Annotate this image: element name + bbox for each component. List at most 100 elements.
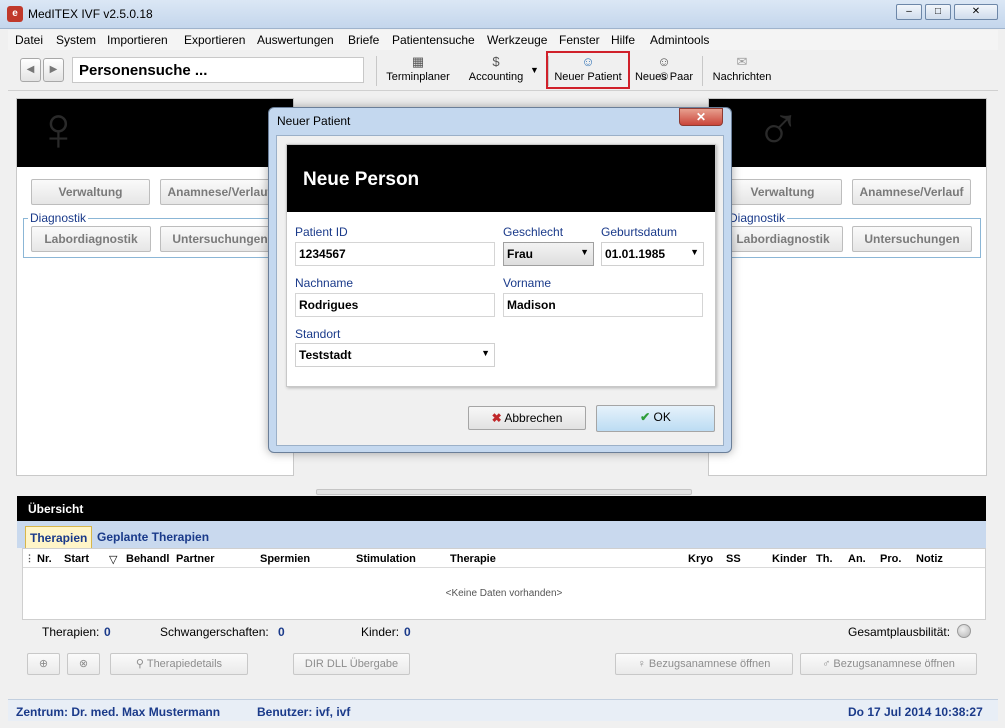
- tab-geplante-therapien[interactable]: Geplante Therapien: [93, 526, 213, 548]
- toolbar-separator: [702, 56, 703, 86]
- vorname-field[interactable]: Madison: [503, 293, 703, 317]
- neues-paar-button[interactable]: ☺☺ Neues Paar: [632, 53, 696, 89]
- untersuchungen-button-male[interactable]: Untersuchungen: [852, 226, 972, 252]
- labordiagnostik-button-male[interactable]: Labordiagnostik: [723, 226, 843, 252]
- col-stimulation[interactable]: Stimulation: [356, 553, 416, 565]
- neuer-patient-button[interactable]: ☺ Neuer Patient: [546, 51, 630, 89]
- verwaltung-button-female[interactable]: Verwaltung: [31, 179, 150, 205]
- menu-auswertungen[interactable]: Auswertungen: [257, 33, 334, 47]
- menu-datei[interactable]: Datei: [15, 33, 43, 47]
- grid-menu-icon[interactable]: ⋮: [25, 553, 34, 564]
- col-pro[interactable]: Pro.: [880, 553, 901, 565]
- cancel-x-icon: ✖: [491, 411, 502, 425]
- col-spermien[interactable]: Spermien: [260, 553, 310, 565]
- col-therapie[interactable]: Therapie: [450, 553, 496, 565]
- bezugsanamnese-male-label: Bezugsanamnese öffnen: [833, 658, 955, 670]
- maximize-button[interactable]: □: [925, 4, 951, 20]
- bezugsanamnese-female-label: Bezugsanamnese öffnen: [648, 658, 771, 670]
- therapien-grid: ⋮ Nr. Start ▽ Behandl Partner Spermien S…: [22, 548, 986, 620]
- neue-person-card: Neue Person Patient ID 1234567 Geschlech…: [286, 144, 716, 387]
- accounting-label: Accounting: [468, 71, 524, 83]
- close-window-button[interactable]: ✕: [954, 4, 998, 20]
- col-nr[interactable]: Nr.: [37, 553, 52, 565]
- geburtsdatum-label: Geburtsdatum: [601, 225, 678, 239]
- grid-empty-text: <Keine Daten vorhanden>: [445, 588, 563, 599]
- menu-exportieren[interactable]: Exportieren: [184, 33, 245, 47]
- tab-therapien[interactable]: Therapien: [25, 526, 93, 548]
- verwaltung-button-male[interactable]: Verwaltung: [723, 179, 842, 205]
- diagnostik-label-female: Diagnostik: [28, 211, 89, 225]
- ok-button[interactable]: ✔ OK: [596, 405, 715, 432]
- dialog-header: Neue Person: [287, 145, 715, 212]
- chevron-down-icon: ▼: [580, 247, 589, 257]
- abbrechen-button[interactable]: ✖ Abbrechen: [468, 406, 586, 430]
- delete-therapy-button[interactable]: ⊗: [67, 653, 100, 675]
- anamnese-button-female[interactable]: Anamnese/Verlauf: [160, 179, 279, 205]
- status-zentrum: Zentrum: Dr. med. Max Mustermann: [16, 705, 221, 719]
- labordiagnostik-button-female[interactable]: Labordiagnostik: [31, 226, 151, 252]
- female-patient-panel: ♀ Verwaltung Anamnese/Verlauf Diagnostik…: [16, 95, 295, 476]
- female-small-icon: ♀: [637, 658, 649, 670]
- overview-tabs: Therapien Geplante Therapien: [17, 521, 986, 548]
- person-search-input[interactable]: Personensuche ...: [72, 57, 364, 83]
- patient-id-field[interactable]: 1234567: [295, 242, 495, 266]
- untersuchungen-button-female[interactable]: Untersuchungen: [160, 226, 280, 252]
- col-kinder[interactable]: Kinder: [772, 553, 807, 565]
- diagnostik-group-female: Diagnostik Labordiagnostik Untersuchunge…: [23, 211, 295, 258]
- sort-down-icon[interactable]: ▽: [109, 553, 117, 566]
- bezugsanamnese-male-button[interactable]: ♂ Bezugsanamnese öffnen: [800, 653, 977, 675]
- col-an[interactable]: An.: [848, 553, 866, 565]
- dir-dll-button[interactable]: DIR DLL Übergabe: [293, 653, 410, 675]
- anamnese-button-male[interactable]: Anamnese/Verlauf: [852, 179, 971, 205]
- menu-patientensuche[interactable]: Patientensuche: [392, 33, 475, 47]
- status-bar: Zentrum: Dr. med. Max Mustermann Benutze…: [8, 699, 998, 721]
- grid-header: ⋮ Nr. Start ▽ Behandl Partner Spermien S…: [23, 549, 985, 568]
- col-notiz[interactable]: Notiz: [916, 553, 943, 565]
- col-ss[interactable]: SS: [726, 553, 741, 565]
- col-kryo[interactable]: Kryo: [688, 553, 713, 565]
- neues-paar-label: Neues Paar: [634, 71, 694, 83]
- female-symbol-icon: ♀: [35, 95, 82, 164]
- standort-select[interactable]: Teststadt ▼: [295, 343, 495, 367]
- menu-admintools[interactable]: Admintools: [650, 33, 709, 47]
- female-panel-header: ♀: [17, 95, 293, 167]
- minimize-button[interactable]: –: [896, 4, 922, 20]
- back-button[interactable]: ◀: [20, 58, 41, 82]
- accounting-button[interactable]: $ Accounting: [460, 53, 532, 89]
- nachname-field[interactable]: Rodrigues: [295, 293, 495, 317]
- nachrichten-button[interactable]: ✉ Nachrichten: [708, 53, 776, 89]
- bezugsanamnese-female-button[interactable]: ♀ Bezugsanamnese öffnen: [615, 653, 793, 675]
- neuer-patient-dialog: Neuer Patient ✕ Neue Person Patient ID 1…: [268, 107, 732, 453]
- col-partner[interactable]: Partner: [176, 553, 215, 565]
- forward-button[interactable]: ▶: [43, 58, 64, 82]
- accounting-dropdown-arrow[interactable]: ▼: [530, 65, 539, 75]
- menu-werkzeuge[interactable]: Werkzeuge: [487, 33, 547, 47]
- therapiedetails-button[interactable]: ⚲ Therapiedetails: [110, 653, 248, 675]
- therapien-count: 0: [104, 625, 111, 639]
- chevron-down-icon: ▼: [690, 247, 699, 257]
- menu-briefe[interactable]: Briefe: [348, 33, 379, 47]
- geschlecht-select[interactable]: Frau ▼: [503, 242, 594, 266]
- geburtsdatum-picker[interactable]: 01.01.1985 ▼: [601, 242, 704, 266]
- menu-fenster[interactable]: Fenster: [559, 33, 600, 47]
- abbrechen-label: Abbrechen: [504, 411, 563, 425]
- window-title: MedITEX IVF v2.5.0.18: [28, 7, 153, 21]
- gesamtplausibilitaet-label: Gesamtplausbilität:: [848, 625, 951, 639]
- geburtsdatum-value: 01.01.1985: [605, 247, 666, 261]
- menu-system[interactable]: System: [56, 33, 96, 47]
- overview-title: Übersicht: [17, 496, 986, 521]
- menu-importieren[interactable]: Importieren: [107, 33, 168, 47]
- col-behandl[interactable]: Behandl: [126, 553, 169, 565]
- terminplaner-button[interactable]: ▦ Terminplaner: [383, 53, 453, 89]
- diagnostik-group-male: Diagnostik Labordiagnostik Untersuchunge…: [709, 211, 981, 258]
- ok-label: OK: [653, 410, 671, 424]
- menu-hilfe[interactable]: Hilfe: [611, 33, 635, 47]
- nachname-label: Nachname: [295, 276, 354, 290]
- splitter-handle[interactable]: [316, 489, 692, 495]
- col-start[interactable]: Start: [64, 553, 89, 565]
- calendar-grid-icon: ▦: [411, 54, 425, 69]
- col-th[interactable]: Th.: [816, 553, 833, 565]
- add-therapy-button[interactable]: ⊕: [27, 653, 60, 675]
- toolbar: ◀ ▶ Personensuche ... ▦ Terminplaner $ A…: [8, 51, 998, 91]
- dialog-close-button[interactable]: ✕: [679, 108, 723, 126]
